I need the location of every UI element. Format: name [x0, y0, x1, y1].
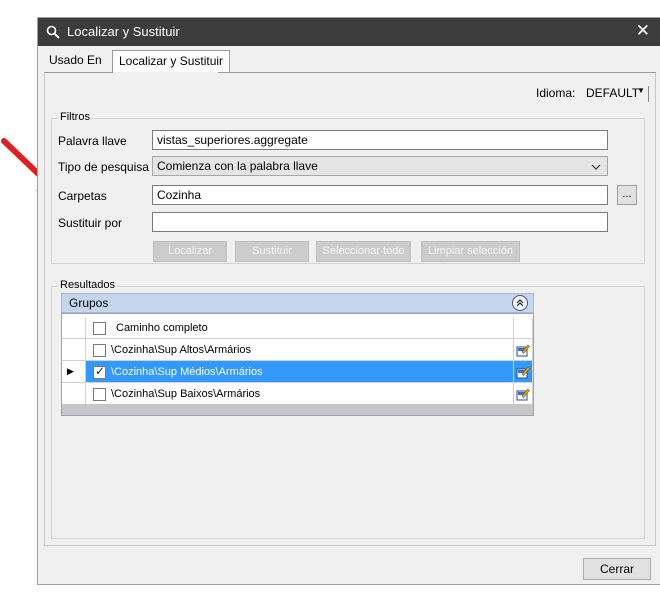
row-indicator[interactable] [62, 383, 86, 405]
horizontal-scrollbar[interactable] [62, 404, 533, 415]
palavra-llave-input[interactable]: vistas_superiores.aggregate [152, 130, 608, 150]
palavra-llave-label: Palavra llave [58, 134, 127, 148]
tipo-pesquisa-label: Tipo de pesquisa [58, 160, 149, 174]
window-title: Localizar y Sustituir [67, 24, 180, 39]
idioma-label: Idioma: [536, 86, 576, 100]
browse-button[interactable]: ... [617, 185, 637, 205]
grupos-label: Grupos [69, 296, 109, 310]
edit-icon[interactable] [516, 365, 530, 379]
chevron-down-icon[interactable]: ▼ [637, 86, 645, 95]
sustituir-button[interactable]: Sustituir [235, 241, 309, 262]
resultados-legend: Resultados [58, 279, 118, 291]
column-header-action [514, 318, 533, 339]
row-indicator-header [62, 318, 86, 339]
row-checkbox[interactable] [93, 388, 106, 401]
carpetas-label: Carpetas [58, 189, 107, 203]
search-icon [46, 25, 60, 39]
row-path: \Cozinha\Sup Médios\Armários [111, 366, 263, 378]
seleccionar-todo-button[interactable]: Seleccionar todo [316, 241, 411, 262]
row-path: \Cozinha\Sup Baixos\Armários [111, 388, 261, 400]
row-checkbox[interactable] [93, 364, 106, 379]
row-indicator[interactable] [62, 361, 86, 383]
row-indicator[interactable] [62, 339, 86, 361]
row-checkbox[interactable] [93, 344, 106, 357]
select-all-checkbox[interactable] [93, 322, 106, 335]
limpiar-seleccion-button[interactable]: Limpiar selección [421, 241, 520, 262]
sustituir-por-label: Sustituir por [58, 216, 123, 230]
tipo-pesquisa-select[interactable]: Comienza con la palabra llave [152, 156, 608, 176]
cerrar-button[interactable]: Cerrar [583, 558, 651, 580]
double-chevron-up-icon [516, 299, 524, 307]
idioma-separator [648, 86, 649, 102]
collapse-icon[interactable] [512, 295, 528, 311]
filtros-legend: Filtros [58, 111, 92, 123]
tipo-pesquisa-value: Comienza con la palabra llave [157, 159, 318, 173]
carpetas-input[interactable]: Cozinha [152, 185, 608, 205]
idioma-dropdown[interactable]: DEFAULT [586, 86, 639, 100]
column-header-label: Caminho completo [116, 322, 208, 334]
localizar-button[interactable]: Localizar [153, 241, 227, 262]
current-row-arrow-icon: ▶ [67, 366, 74, 376]
sustituir-por-input[interactable] [152, 212, 608, 232]
title-bar: Localizar y Sustituir ✕ [38, 18, 660, 46]
active-tab-gap [113, 72, 218, 73]
grupos-header[interactable] [61, 293, 534, 313]
edit-icon[interactable] [516, 343, 530, 357]
tab-usado-en[interactable]: Usado En [43, 50, 108, 70]
close-icon[interactable]: ✕ [636, 21, 650, 41]
tab-localizar-sustituir[interactable]: Localizar y Sustituir [112, 50, 231, 72]
edit-icon[interactable] [516, 387, 530, 401]
row-path: \Cozinha\Sup Altos\Armários [111, 344, 252, 356]
chevron-down-icon [591, 164, 601, 170]
